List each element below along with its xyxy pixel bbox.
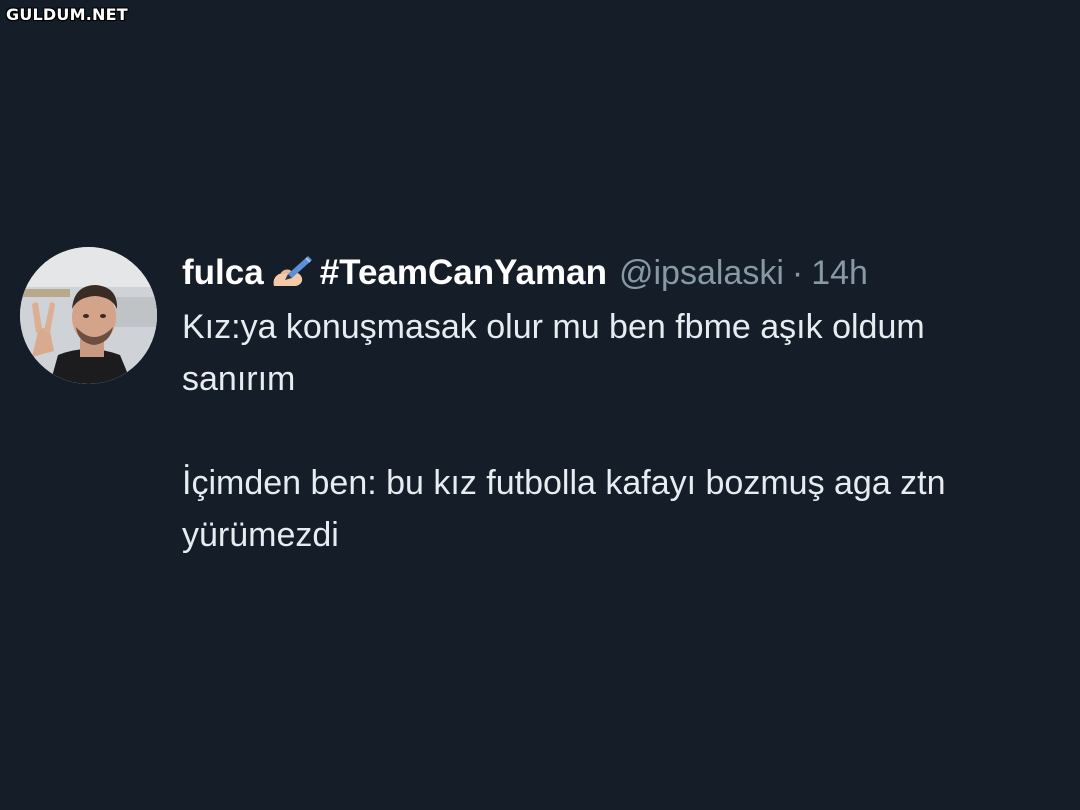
tweet-time[interactable]: 14h xyxy=(811,245,868,301)
user-handle[interactable]: @ipsalaski xyxy=(619,245,784,301)
tweet-text-line-1: Kız:ya konuşmasak olur mu ben fbme aşık … xyxy=(182,308,925,346)
tweet-text-line-2: sanırım xyxy=(182,360,296,398)
avatar[interactable] xyxy=(20,247,157,384)
watermark-logo: GULDUM.NET xyxy=(6,5,128,24)
tweet-text-line-3: İçimden ben: bu kız futbolla kafayı bozm… xyxy=(182,464,946,502)
tweet-content: fulca #TeamCanYaman @ipsalaski · 14h Kız… xyxy=(182,245,1072,561)
avatar-photo xyxy=(20,247,157,384)
display-name[interactable]: fulca xyxy=(182,245,264,301)
writing-hand-icon xyxy=(270,254,314,290)
tweet-header: fulca #TeamCanYaman @ipsalaski · 14h xyxy=(182,245,1072,301)
hashtag-name[interactable]: #TeamCanYaman xyxy=(320,245,607,301)
separator-dot: · xyxy=(791,254,804,292)
tweet-text-line-4: yürümezdi xyxy=(182,516,339,554)
